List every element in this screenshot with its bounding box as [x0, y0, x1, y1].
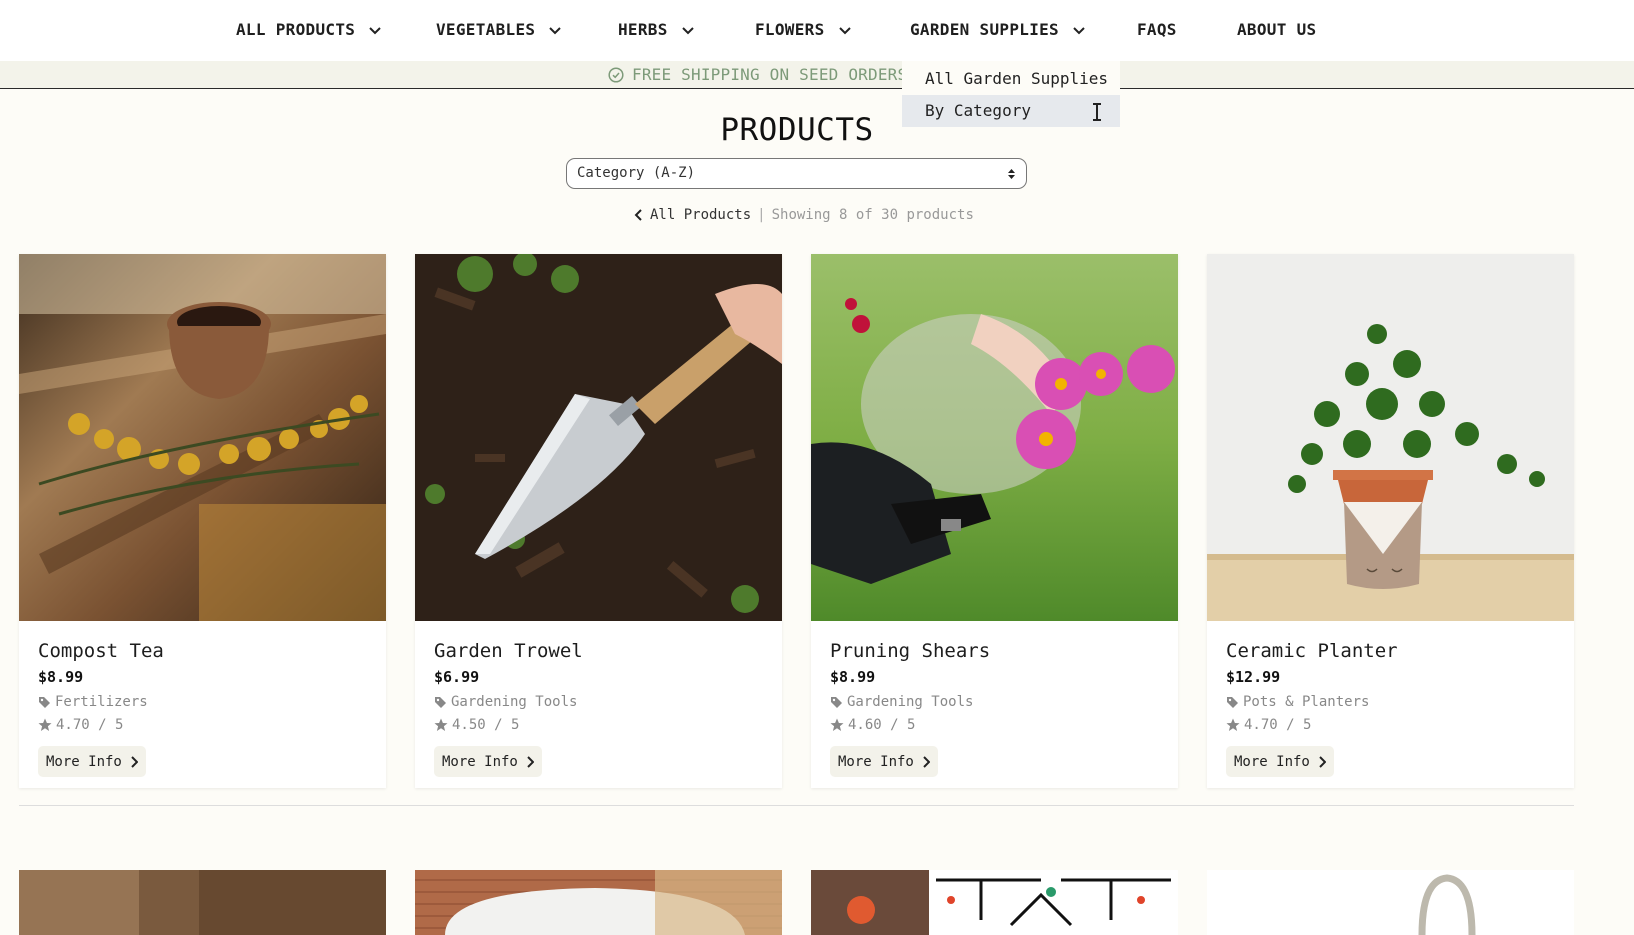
star-icon: [434, 718, 448, 731]
tag-icon: [39, 696, 50, 708]
banner-text: FREE SHIPPING ON SEED ORDERS O: [632, 65, 927, 84]
rating-value: 4.70 / 5: [1244, 717, 1312, 733]
nav-label: ABOUT US: [1237, 20, 1317, 39]
star-icon: [830, 718, 844, 731]
sort-select[interactable]: Category (A-Z): [566, 158, 1027, 189]
chevron-down-icon: [549, 26, 562, 34]
sort-selected-value: Category (A-Z): [577, 165, 696, 181]
back-label: All Products: [650, 207, 752, 223]
product-price: $6.99: [434, 668, 480, 686]
row-divider: [19, 805, 1574, 806]
chevron-right-icon: [131, 755, 138, 768]
product-price: $8.99: [830, 668, 876, 686]
product-name[interactable]: Pruning Shears: [830, 640, 990, 662]
product-image[interactable]: [415, 254, 782, 621]
product-image[interactable]: [19, 254, 386, 621]
product-card: Garden Trowel $6.99 Gardening Tools 4.50…: [415, 254, 782, 788]
product-card: Pruning Shears $8.99 Gardening Tools 4.6…: [811, 254, 1178, 788]
category-label: Fertilizers: [55, 694, 148, 710]
nav-all-products[interactable]: ALL PRODUCTS: [236, 20, 383, 39]
product-image: [811, 870, 1178, 935]
product-category: Gardening Tools: [434, 694, 577, 710]
nav-label: GARDEN SUPPLIES: [910, 20, 1059, 39]
nav-label: VEGETABLES: [436, 20, 536, 39]
more-info-button[interactable]: More Info: [434, 746, 542, 777]
nav-label: ALL PRODUCTS: [236, 20, 356, 39]
product-rating: 4.60 / 5: [830, 717, 915, 733]
nav-faqs[interactable]: FAQS: [1137, 20, 1177, 39]
category-label: Gardening Tools: [847, 694, 974, 710]
nav-flowers[interactable]: FLOWERS: [755, 20, 853, 39]
nav-vegetables[interactable]: VEGETABLES: [436, 20, 563, 39]
product-name[interactable]: Ceramic Planter: [1226, 640, 1398, 662]
product-image: [415, 870, 782, 935]
nav-label: HERBS: [618, 20, 668, 39]
product-category: Gardening Tools: [830, 694, 973, 710]
product-price: $8.99: [38, 668, 84, 686]
product-card: Compost Tea $8.99 Fertilizers 4.70 / 5 M…: [19, 254, 386, 788]
star-icon: [38, 718, 52, 731]
nav-garden-supplies[interactable]: GARDEN SUPPLIES: [910, 20, 1087, 39]
product-category: Pots & Planters: [1226, 694, 1369, 710]
rating-value: 4.50 / 5: [452, 717, 520, 733]
rating-value: 4.70 / 5: [56, 717, 124, 733]
check-circle-icon: [608, 66, 624, 83]
chevron-left-icon: [634, 209, 642, 221]
product-name[interactable]: Compost Tea: [38, 640, 164, 662]
dropdown-item-all-garden-supplies[interactable]: All Garden Supplies: [902, 63, 1120, 95]
tag-icon: [831, 696, 842, 708]
nav-label: FLOWERS: [755, 20, 825, 39]
chevron-right-icon: [527, 755, 534, 768]
more-info-button[interactable]: More Info: [830, 746, 938, 777]
product-card: Ceramic Planter $12.99 Pots & Planters 4…: [1207, 254, 1574, 788]
tag-icon: [1227, 696, 1238, 708]
chevron-down-icon: [1073, 26, 1085, 34]
star-icon: [1226, 718, 1240, 731]
product-image: [1207, 870, 1574, 935]
product-rating: 4.50 / 5: [434, 717, 519, 733]
breadcrumb-separator: |: [757, 207, 766, 223]
chevron-right-icon: [923, 755, 930, 768]
tag-icon: [435, 696, 446, 708]
button-label: More Info: [46, 753, 122, 770]
page-title: PRODUCTS: [720, 112, 874, 148]
button-label: More Info: [838, 753, 914, 770]
chevron-down-icon: [681, 26, 694, 34]
product-name[interactable]: Garden Trowel: [434, 640, 583, 662]
select-arrows-icon: [1008, 169, 1015, 179]
product-card-partial[interactable]: [415, 870, 782, 935]
breadcrumb: All Products | Showing 8 of 30 products: [634, 207, 974, 223]
product-image[interactable]: [811, 254, 1178, 621]
category-label: Gardening Tools: [451, 694, 578, 710]
product-image: [19, 870, 386, 935]
product-category: Fertilizers: [38, 694, 148, 710]
nav-herbs[interactable]: HERBS: [618, 20, 696, 39]
product-card-partial[interactable]: [19, 870, 386, 935]
product-rating: 4.70 / 5: [1226, 717, 1311, 733]
product-count: Showing 8 of 30 products: [771, 207, 974, 223]
back-to-all-products-link[interactable]: All Products: [634, 207, 751, 223]
banner-content: FREE SHIPPING ON SEED ORDERS O: [608, 65, 927, 84]
product-card-partial[interactable]: [1207, 870, 1574, 935]
rating-value: 4.60 / 5: [848, 717, 916, 733]
more-info-button[interactable]: More Info: [38, 746, 146, 777]
more-info-button[interactable]: More Info: [1226, 746, 1334, 777]
product-price: $12.99: [1226, 668, 1281, 686]
button-label: More Info: [442, 753, 518, 770]
button-label: More Info: [1234, 753, 1310, 770]
chevron-down-icon: [369, 26, 381, 34]
product-image[interactable]: [1207, 254, 1574, 621]
nav-label: FAQS: [1137, 20, 1177, 39]
top-navigation: ALL PRODUCTS VEGETABLES HERBS FLOWERS GA…: [0, 0, 1634, 62]
chevron-right-icon: [1319, 755, 1326, 768]
chevron-down-icon: [838, 26, 851, 34]
category-label: Pots & Planters: [1243, 694, 1370, 710]
product-card-partial[interactable]: [811, 870, 1178, 935]
product-rating: 4.70 / 5: [38, 717, 123, 733]
nav-about-us[interactable]: ABOUT US: [1237, 20, 1316, 39]
shipping-banner: FREE SHIPPING ON SEED ORDERS O: [0, 61, 1634, 89]
